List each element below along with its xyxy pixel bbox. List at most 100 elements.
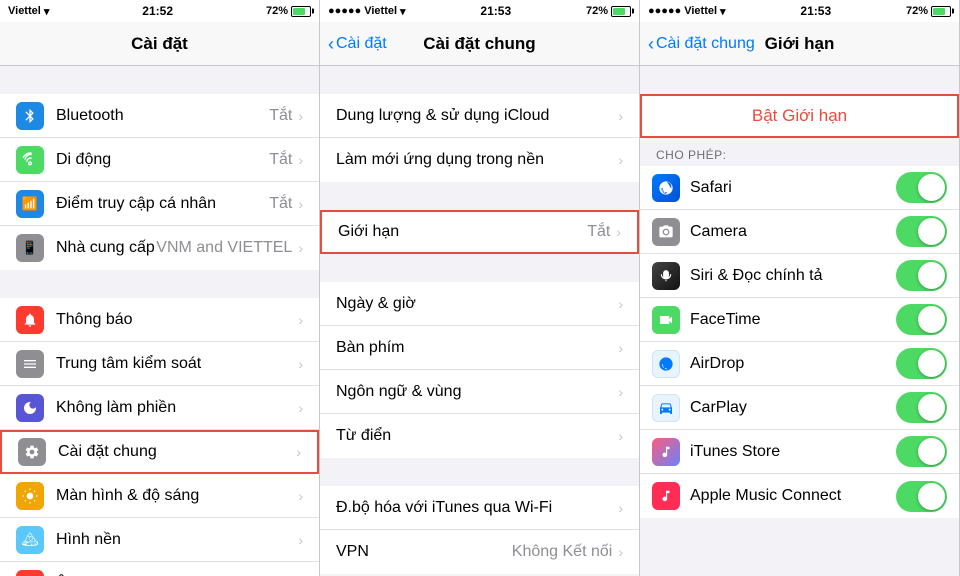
row-siri[interactable]: Siri & Đọc chính tả <box>640 254 959 298</box>
row-itunes[interactable]: iTunes Store <box>640 430 959 474</box>
nav-title-3: Giới hạn <box>765 34 835 54</box>
settings-group-system: Thông báo › Trung tâm kiểm soát › Không … <box>0 298 319 576</box>
cai-dat-chung-icon <box>18 438 46 466</box>
row-facetime[interactable]: FaceTime <box>640 298 959 342</box>
safari-label: Safari <box>690 179 896 197</box>
man-hinh-icon <box>16 482 44 510</box>
row-gioi-han[interactable]: Giới hạn Tắt › <box>320 210 639 254</box>
row-diem-truy-cap[interactable]: 📶 Điểm truy cập cá nhân Tắt › <box>0 182 319 226</box>
siri-label: Siri & Đọc chính tả <box>690 267 896 285</box>
bluetooth-label: Bluetooth <box>56 107 269 125</box>
restrictions-group: Safari Camera Siri & Đọc chính tả <box>640 166 959 518</box>
lam-moi-label: Làm mới ứng dụng trong nền <box>336 151 618 169</box>
row-am-thanh[interactable]: Âm thanh › <box>0 562 319 576</box>
apple-music-toggle[interactable] <box>896 481 947 512</box>
row-ban-phim[interactable]: Bàn phím › <box>320 326 639 370</box>
camera-icon <box>652 218 680 246</box>
general-group-3: Ngày & giờ › Bàn phím › Ngôn ngữ & vùng … <box>320 282 639 458</box>
di-dong-chevron: › <box>298 152 303 168</box>
ngon-ngu-chevron: › <box>618 384 623 400</box>
lam-moi-chevron: › <box>618 152 623 168</box>
row-cai-dat-chung[interactable]: Cài đặt chung › <box>0 430 319 474</box>
row-vpn[interactable]: VPN Không Kết nối › <box>320 530 639 574</box>
row-ngon-ngu[interactable]: Ngôn ngữ & vùng › <box>320 370 639 414</box>
siri-icon <box>652 262 680 290</box>
wifi-icon-1: ▾ <box>44 5 50 18</box>
battery-icon-2 <box>611 6 631 17</box>
row-dung-luong[interactable]: Dung lượng & sử dụng iCloud › <box>320 94 639 138</box>
row-safari[interactable]: Safari <box>640 166 959 210</box>
general-group-2: Giới hạn Tắt › <box>320 210 639 254</box>
row-khong-lam-phien[interactable]: Không làm phiền › <box>0 386 319 430</box>
time-2: 21:53 <box>480 4 511 18</box>
vpn-chevron: › <box>618 544 623 560</box>
dung-luong-label: Dung lượng & sử dụng iCloud <box>336 107 618 125</box>
ban-phim-chevron: › <box>618 340 623 356</box>
carplay-toggle[interactable] <box>896 392 947 423</box>
back-label-3: Cài đặt chung <box>656 35 755 53</box>
di-dong-value: Tắt <box>269 151 292 169</box>
row-di-dong[interactable]: Di động Tắt › <box>0 138 319 182</box>
airdrop-toggle[interactable] <box>896 348 947 379</box>
row-lam-moi[interactable]: Làm mới ứng dụng trong nền › <box>320 138 639 182</box>
row-dbhoa[interactable]: Đ.bộ hóa với iTunes qua Wi-Fi › <box>320 486 639 530</box>
carplay-icon <box>652 394 680 422</box>
status-right-1: 72% <box>266 5 311 17</box>
row-hinh-nen[interactable]: 🏔 Hình nền › <box>0 518 319 562</box>
safari-toggle[interactable] <box>896 172 947 203</box>
apple-music-label: Apple Music Connect <box>690 487 896 505</box>
wifi-icon-2: ▾ <box>400 5 406 18</box>
tu-dien-chevron: › <box>618 428 623 444</box>
itunes-toggle[interactable] <box>896 436 947 467</box>
row-apple-music[interactable]: Apple Music Connect <box>640 474 959 518</box>
row-airdrop[interactable]: AirDrop <box>640 342 959 386</box>
row-camera[interactable]: Camera <box>640 210 959 254</box>
vpn-label: VPN <box>336 543 512 561</box>
status-left-3: ●●●●● Viettel ▾ <box>648 5 726 18</box>
back-button-3[interactable]: ‹ Cài đặt chung <box>648 35 755 53</box>
thong-bao-label: Thông báo <box>56 311 298 329</box>
back-chevron-2: ‹ <box>328 35 334 53</box>
khong-lam-phien-label: Không làm phiền <box>56 399 298 417</box>
row-trung-tam[interactable]: Trung tâm kiểm soát › <box>0 342 319 386</box>
nha-cung-cap-label: Nhà cung cấp <box>56 239 156 257</box>
row-carplay[interactable]: CarPlay <box>640 386 959 430</box>
row-man-hinh[interactable]: Màn hình & độ sáng › <box>0 474 319 518</box>
diem-truy-cap-chevron: › <box>298 196 303 212</box>
hinh-nen-label: Hình nền <box>56 531 298 549</box>
back-button-2[interactable]: ‹ Cài đặt <box>328 35 387 53</box>
row-nha-cung-cap[interactable]: 📱 Nhà cung cấp VNM and VIETTEL › <box>0 226 319 270</box>
status-right-2: 72% <box>586 5 631 17</box>
battery-pct-1: 72% <box>266 5 288 17</box>
battery-icon-1 <box>291 6 311 17</box>
nav-title-2: Cài đặt chung <box>423 34 535 54</box>
settings-group-network: Bluetooth Tắt › Di động Tắt › 📶 Điểm tru… <box>0 94 319 270</box>
camera-toggle[interactable] <box>896 216 947 247</box>
row-bluetooth[interactable]: Bluetooth Tắt › <box>0 94 319 138</box>
nav-bar-1: Cài đặt <box>0 22 319 66</box>
nav-bar-2: ‹ Cài đặt Cài đặt chung <box>320 22 639 66</box>
diem-truy-cap-label: Điểm truy cập cá nhân <box>56 195 269 213</box>
nha-cung-cap-chevron: › <box>298 240 303 256</box>
row-thong-bao[interactable]: Thông báo › <box>0 298 319 342</box>
gioi-han-value: Tắt <box>587 223 610 241</box>
ngay-gio-chevron: › <box>618 296 623 312</box>
facetime-toggle[interactable] <box>896 304 947 335</box>
thong-bao-icon <box>16 306 44 334</box>
panel-restrictions: ●●●●● Viettel ▾ 21:53 72% ‹ Cài đặt chun… <box>640 0 960 576</box>
sep-g3 <box>320 458 639 486</box>
cai-dat-chung-label: Cài đặt chung <box>58 443 296 461</box>
row-tu-dien[interactable]: Từ điển › <box>320 414 639 458</box>
panel-settings: Viettel ▾ 21:52 72% Cài đặt Bluetooth Tắ… <box>0 0 320 576</box>
siri-toggle[interactable] <box>896 260 947 291</box>
camera-label: Camera <box>690 223 896 241</box>
signal-dots-3: ●●●●● <box>648 5 681 17</box>
signal-dots-2: ●●●●● <box>328 5 361 17</box>
itunes-label: iTunes Store <box>690 443 896 461</box>
enable-btn-row[interactable]: Bật Giới hạn <box>640 94 959 138</box>
row-ngay-gio[interactable]: Ngày & giờ › <box>320 282 639 326</box>
status-bar-3: ●●●●● Viettel ▾ 21:53 72% <box>640 0 959 22</box>
nha-cung-cap-icon: 📱 <box>16 234 44 262</box>
dbhoa-label: Đ.bộ hóa với iTunes qua Wi-Fi <box>336 499 618 517</box>
khong-lam-phien-chevron: › <box>298 400 303 416</box>
